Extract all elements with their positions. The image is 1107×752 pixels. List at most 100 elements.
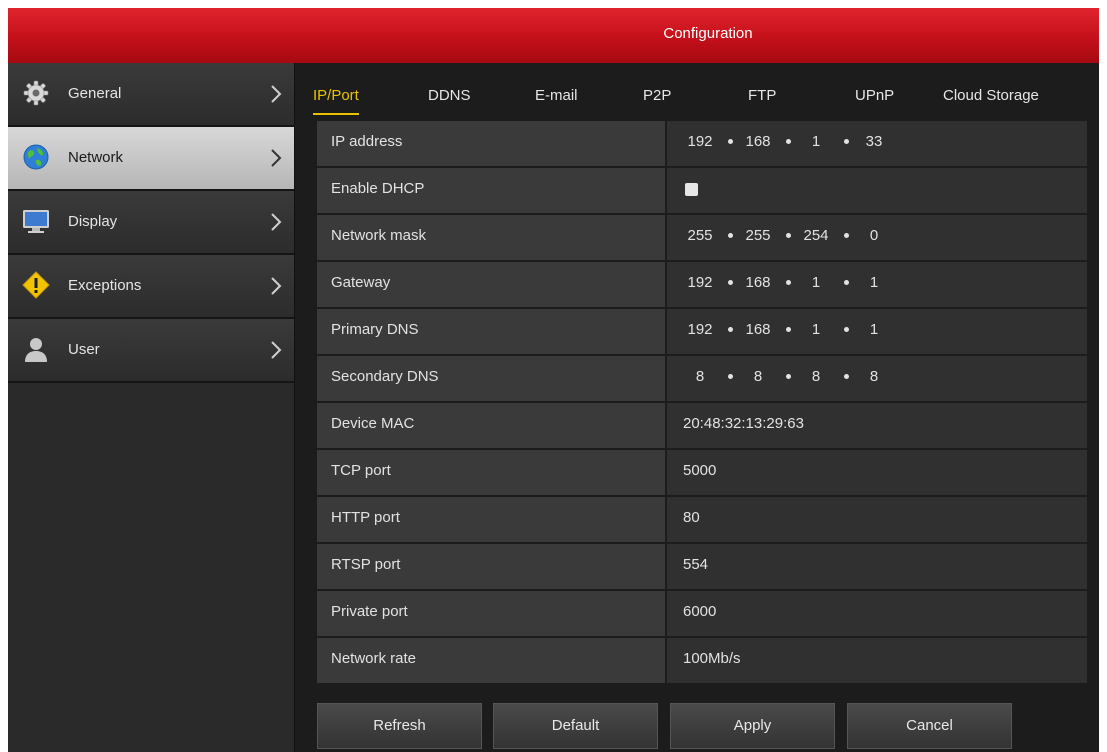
octet-2[interactable]: 168 <box>741 309 775 351</box>
octet-4[interactable]: 1 <box>857 262 891 304</box>
sidebar-item-label: Exceptions <box>68 277 142 294</box>
network-mask-field[interactable]: 255 255 254 0 <box>667 215 1087 260</box>
octet-separator <box>786 280 791 285</box>
octet-2[interactable]: 255 <box>741 215 775 257</box>
title-bar: Configuration <box>8 8 1099 64</box>
primary-dns-field[interactable]: 192 168 1 1 <box>667 309 1087 354</box>
octet-separator <box>786 233 791 238</box>
sidebar-item-label: Network <box>68 149 124 166</box>
octet-separator <box>786 327 791 332</box>
sidebar-item-display[interactable]: Display <box>8 191 294 255</box>
sidebar-item-user[interactable]: User <box>8 319 294 383</box>
tab-ftp[interactable]: FTP <box>748 85 776 107</box>
tab-upnp[interactable]: UPnP <box>855 85 894 107</box>
octet-separator <box>844 280 849 285</box>
device-mac-value: 20:48:32:13:29:63 <box>667 403 1087 448</box>
private-port-input[interactable]: 6000 <box>667 591 1087 636</box>
network-settings-panel: IP/Port DDNS E-mail P2P FTP UPnP Cloud S… <box>295 63 1099 752</box>
octet-separator <box>728 327 733 332</box>
row-primary-dns: Primary DNS 192 168 1 1 <box>317 309 1087 354</box>
octet-3[interactable]: 1 <box>799 262 833 304</box>
octet-3[interactable]: 254 <box>799 215 833 257</box>
row-ip-address: IP address 192 168 1 33 <box>317 121 1087 166</box>
octet-1[interactable]: 192 <box>683 121 717 163</box>
sidebar-item-general[interactable]: General <box>8 63 294 127</box>
octet-separator <box>728 374 733 379</box>
tab-ip-port[interactable]: IP/Port <box>313 85 359 115</box>
default-button[interactable]: Default <box>493 703 658 749</box>
tcp-port-input[interactable]: 5000 <box>667 450 1087 495</box>
chevron-right-icon <box>271 341 282 359</box>
private-port-label: Private port <box>317 591 665 636</box>
primary-dns-label: Primary DNS <box>317 309 665 354</box>
tab-email[interactable]: E-mail <box>535 85 578 107</box>
apply-button[interactable]: Apply <box>670 703 835 749</box>
octet-1[interactable]: 192 <box>683 309 717 351</box>
gear-icon <box>23 80 49 106</box>
sidebar-item-network[interactable]: Network <box>8 127 294 191</box>
octet-separator <box>786 139 791 144</box>
secondary-dns-label: Secondary DNS <box>317 356 665 401</box>
http-port-input[interactable]: 80 <box>667 497 1087 542</box>
octet-1[interactable]: 255 <box>683 215 717 257</box>
chevron-right-icon <box>271 277 282 295</box>
user-icon <box>25 338 47 362</box>
chevron-right-icon <box>271 213 282 231</box>
refresh-button[interactable]: Refresh <box>317 703 482 749</box>
row-secondary-dns: Secondary DNS 8 8 8 8 <box>317 356 1087 401</box>
tab-cloud-storage[interactable]: Cloud Storage <box>943 85 1039 107</box>
network-mask-label: Network mask <box>317 215 665 260</box>
row-private-port: Private port 6000 <box>317 591 1087 636</box>
octet-separator <box>844 327 849 332</box>
row-network-rate: Network rate 100Mb/s <box>317 638 1087 683</box>
configuration-window: Configuration General Network Display Ex… <box>8 8 1099 752</box>
secondary-dns-field[interactable]: 8 8 8 8 <box>667 356 1087 401</box>
cancel-button[interactable]: Cancel <box>847 703 1012 749</box>
octet-4[interactable]: 33 <box>857 121 891 163</box>
sidebar-item-label: User <box>68 341 100 358</box>
device-mac-label: Device MAC <box>317 403 665 448</box>
window-title: Configuration <box>663 25 753 42</box>
chevron-right-icon <box>271 85 282 103</box>
ip-address-label: IP address <box>317 121 665 166</box>
octet-4[interactable]: 1 <box>857 309 891 351</box>
octet-4[interactable]: 8 <box>857 356 891 398</box>
action-buttons: Refresh Default Apply Cancel <box>317 703 1087 751</box>
octet-2[interactable]: 168 <box>741 262 775 304</box>
gateway-label: Gateway <box>317 262 665 307</box>
octet-4[interactable]: 0 <box>857 215 891 257</box>
settings-table: IP address 192 168 1 33 Enable DHCP Netw… <box>317 121 1087 685</box>
globe-icon <box>23 144 49 170</box>
octet-3[interactable]: 8 <box>799 356 833 398</box>
octet-separator <box>728 280 733 285</box>
row-rtsp-port: RTSP port 554 <box>317 544 1087 589</box>
octet-1[interactable]: 8 <box>683 356 717 398</box>
octet-2[interactable]: 168 <box>741 121 775 163</box>
octet-2[interactable]: 8 <box>741 356 775 398</box>
row-tcp-port: TCP port 5000 <box>317 450 1087 495</box>
enable-dhcp-label: Enable DHCP <box>317 168 665 213</box>
octet-3[interactable]: 1 <box>799 309 833 351</box>
sidebar-item-exceptions[interactable]: Exceptions <box>8 255 294 319</box>
monitor-icon <box>23 210 49 233</box>
row-gateway: Gateway 192 168 1 1 <box>317 262 1087 307</box>
chevron-right-icon <box>271 149 282 167</box>
sidebar: General Network Display Exceptions User <box>8 63 295 752</box>
tab-p2p[interactable]: P2P <box>643 85 671 107</box>
rtsp-port-input[interactable]: 554 <box>667 544 1087 589</box>
octet-separator <box>728 139 733 144</box>
enable-dhcp-checkbox[interactable] <box>685 183 698 196</box>
tab-bar: IP/Port DDNS E-mail P2P FTP UPnP Cloud S… <box>295 63 1099 121</box>
http-port-label: HTTP port <box>317 497 665 542</box>
sidebar-item-label: Display <box>68 213 118 230</box>
gateway-field[interactable]: 192 168 1 1 <box>667 262 1087 307</box>
row-enable-dhcp: Enable DHCP <box>317 168 1087 213</box>
octet-1[interactable]: 192 <box>683 262 717 304</box>
ip-address-field[interactable]: 192 168 1 33 <box>667 121 1087 166</box>
row-http-port: HTTP port 80 <box>317 497 1087 542</box>
rtsp-port-label: RTSP port <box>317 544 665 589</box>
tab-ddns[interactable]: DDNS <box>428 85 471 107</box>
octet-3[interactable]: 1 <box>799 121 833 163</box>
network-rate-select[interactable]: 100Mb/s <box>667 638 1087 683</box>
octet-separator <box>786 374 791 379</box>
